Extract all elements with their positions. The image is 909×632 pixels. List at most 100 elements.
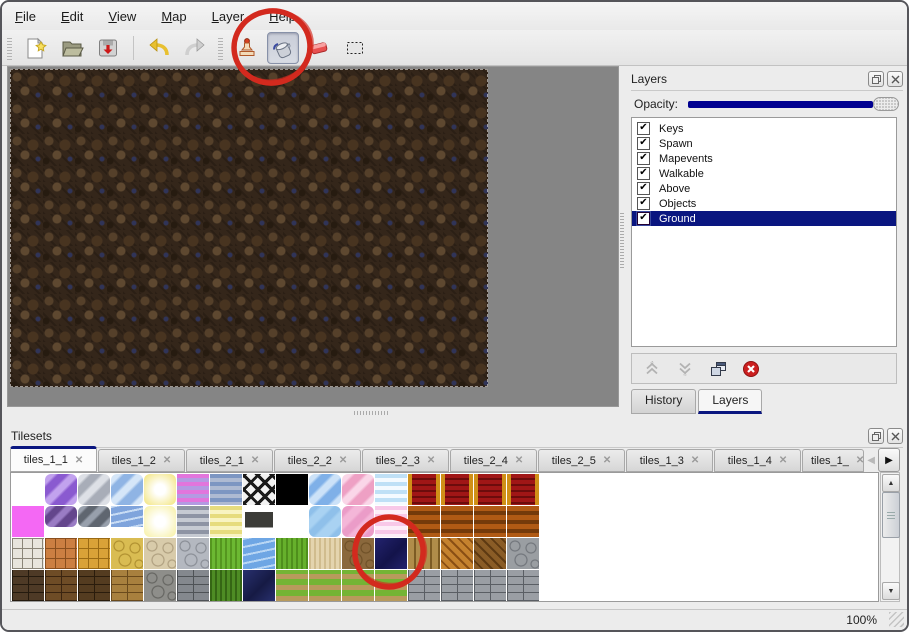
tileset-tab[interactable]: tiles_2_2 ✕: [274, 449, 361, 472]
tile-wall-pebble-gray[interactable]: [144, 570, 176, 601]
tileset-tab[interactable]: tiles_1_ ✕: [802, 449, 864, 472]
move-layer-up-button[interactable]: [642, 359, 662, 379]
close-panel-button[interactable]: [887, 428, 903, 444]
opacity-slider[interactable]: [686, 96, 899, 112]
map-viewport[interactable]: [7, 66, 619, 407]
tile-sign-dark[interactable]: [243, 506, 275, 537]
tile-grass-bright[interactable]: [210, 538, 242, 569]
panel-tab[interactable]: Layers: [698, 389, 762, 414]
tile-grass-path-1[interactable]: [276, 570, 308, 601]
scroll-down-icon[interactable]: ▼: [882, 582, 900, 600]
tile-glass-skyblue[interactable]: [309, 474, 341, 505]
tileset-tab[interactable]: tiles_2_4 ✕: [450, 449, 537, 472]
tile-dirt-brown[interactable]: [342, 538, 374, 569]
tile-siding-amber-1[interactable]: [408, 506, 440, 537]
eraser-tool-button[interactable]: [303, 32, 335, 64]
tile-lattice-black[interactable]: [243, 474, 275, 505]
tile-basketweave-orange[interactable]: [441, 538, 473, 569]
tileset-tab[interactable]: tiles_1_2 ✕: [98, 449, 185, 472]
menu-item[interactable]: Help: [269, 9, 296, 24]
horizontal-splitter-handle[interactable]: [354, 411, 388, 415]
layer-visibility-checkbox[interactable]: ✔: [637, 197, 650, 210]
tile-glass-darkgray[interactable]: [78, 506, 110, 527]
map-canvas[interactable]: [10, 69, 488, 387]
tile-stripes-slate[interactable]: [210, 474, 242, 505]
tile-stripes-yellow[interactable]: [210, 506, 242, 537]
opacity-slider-track[interactable]: [688, 101, 873, 108]
tile-siding-amber-4[interactable]: [507, 506, 539, 537]
opacity-slider-handle[interactable]: [873, 97, 899, 111]
new-file-button[interactable]: [20, 32, 52, 64]
duplicate-layer-button[interactable]: [708, 359, 728, 379]
tab-close-icon[interactable]: ✕: [779, 455, 787, 466]
layer-visibility-checkbox[interactable]: ✔: [637, 137, 650, 150]
tileset-tab[interactable]: tiles_1_3 ✕: [626, 449, 713, 472]
tab-close-icon[interactable]: ✕: [603, 455, 611, 466]
tile-glass-blue[interactable]: [111, 474, 143, 505]
toolbar-drag-handle[interactable]: [218, 36, 223, 60]
toolbar-drag-handle[interactable]: [7, 36, 12, 60]
tile-brick-darkbrown[interactable]: [78, 570, 110, 601]
tile-grass-path-4[interactable]: [375, 570, 407, 601]
move-layer-down-button[interactable]: [675, 359, 695, 379]
scroll-up-icon[interactable]: ▲: [882, 474, 900, 492]
layer-row[interactable]: ✔ Spawn: [632, 136, 896, 151]
tile-brick-graywall-2[interactable]: [441, 570, 473, 601]
tab-close-icon[interactable]: ✕: [339, 455, 347, 466]
menu-item[interactable]: Edit: [61, 9, 83, 24]
save-file-button[interactable]: [92, 32, 124, 64]
float-panel-button[interactable]: [868, 71, 884, 87]
resize-grip[interactable]: [889, 612, 904, 627]
float-panel-button[interactable]: [868, 428, 884, 444]
tile-palette[interactable]: [10, 472, 879, 602]
tile-tiles-gold[interactable]: [78, 538, 110, 569]
tile-siding-amber-3[interactable]: [474, 506, 506, 537]
tab-close-icon[interactable]: ✕: [691, 455, 699, 466]
tileset-tab[interactable]: tiles_2_5 ✕: [538, 449, 625, 472]
tile-stone-blocks-white[interactable]: [12, 538, 44, 569]
tile-brick-graywall-1[interactable]: [408, 570, 440, 601]
tab-close-icon[interactable]: ✕: [856, 455, 864, 466]
palette-scrollbar[interactable]: ▲ ▼: [880, 472, 900, 602]
layer-visibility-checkbox[interactable]: ✔: [637, 212, 650, 225]
layer-row[interactable]: ✔ Objects: [632, 196, 896, 211]
menu-item[interactable]: Map: [161, 9, 186, 24]
tile-brick-graywall-3[interactable]: [474, 570, 506, 601]
tile-brick-graywall-4[interactable]: [507, 570, 539, 601]
tab-close-icon[interactable]: ✕: [163, 455, 171, 466]
tab-close-icon[interactable]: ✕: [515, 455, 523, 466]
tab-close-icon[interactable]: ✕: [427, 455, 435, 466]
tile-pebbles-gray[interactable]: [177, 538, 209, 569]
tile-grass-path-2[interactable]: [309, 570, 341, 601]
tile-glass-purple[interactable]: [45, 474, 77, 505]
undo-button[interactable]: [143, 32, 175, 64]
tile-planks-vertical[interactable]: [408, 538, 440, 569]
scrollbar-thumb[interactable]: [882, 492, 900, 538]
tile-glow-yellow[interactable]: [144, 474, 176, 505]
tile-brick-gray[interactable]: [177, 570, 209, 601]
tile-glass-pink[interactable]: [342, 474, 374, 505]
rect-select-tool-button[interactable]: [339, 32, 371, 64]
layer-row[interactable]: ✔ Ground: [632, 211, 896, 226]
tile-water-blue[interactable]: [243, 538, 275, 569]
tile-water-ripple[interactable]: [111, 506, 143, 527]
scroll-tabs-right-button[interactable]: ▶: [878, 448, 900, 472]
tile-curtain-red-3[interactable]: [474, 474, 506, 505]
layer-visibility-checkbox[interactable]: ✔: [637, 182, 650, 195]
tile-solid-black[interactable]: [276, 474, 308, 505]
layer-row[interactable]: ✔ Walkable: [632, 166, 896, 181]
tile-brick-brown[interactable]: [45, 570, 77, 601]
layer-visibility-checkbox[interactable]: ✔: [637, 152, 650, 165]
tile-curtain-red-4[interactable]: [507, 474, 539, 505]
tile-glass-lightblue[interactable]: [309, 506, 341, 537]
tile-glass-rose[interactable]: [342, 506, 374, 537]
vertical-splitter-handle[interactable]: [620, 212, 624, 268]
tile-sand-tan[interactable]: [309, 538, 341, 569]
redo-button[interactable]: [179, 32, 211, 64]
delete-layer-button[interactable]: [741, 359, 761, 379]
menu-item[interactable]: View: [108, 9, 136, 24]
layer-row[interactable]: ✔ Above: [632, 181, 896, 196]
tile-grass-path-3[interactable]: [342, 570, 374, 601]
layer-visibility-checkbox[interactable]: ✔: [637, 122, 650, 135]
tile-flagstone-yellow[interactable]: [111, 538, 143, 569]
